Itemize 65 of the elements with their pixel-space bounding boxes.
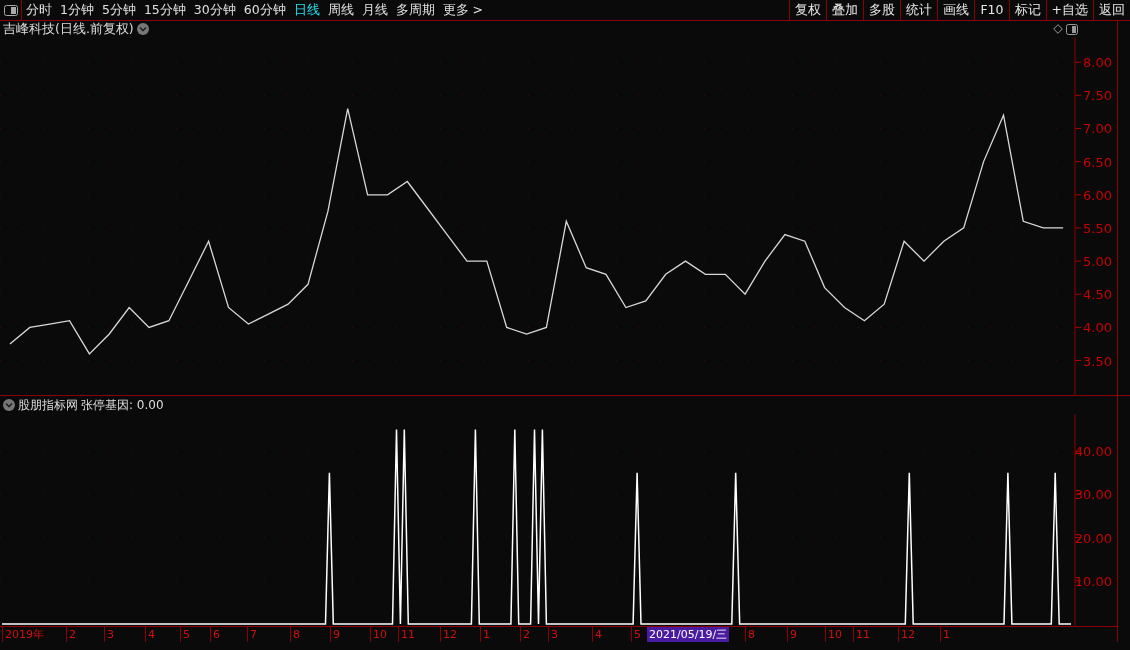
axis-label: 5.50: [1083, 220, 1112, 236]
period-tab[interactable]: 月线: [357, 0, 392, 20]
axis-label: 40.00: [1074, 444, 1112, 460]
toolbar-button[interactable]: 返回: [1093, 0, 1130, 20]
date-label: 2019年: [2, 627, 44, 642]
date-label: 12: [898, 627, 915, 642]
diamond-icon[interactable]: [1053, 24, 1063, 34]
date-label: 11: [853, 627, 870, 642]
axis-label: 6.50: [1083, 154, 1112, 170]
axis-label: 3.50: [1083, 353, 1112, 369]
toolbar-button[interactable]: 画线: [937, 0, 975, 20]
axis-label: 30.00: [1074, 487, 1112, 503]
date-label: 1: [480, 627, 490, 642]
dropdown-icon[interactable]: [3, 399, 15, 411]
axis-label: 10.00: [1074, 573, 1112, 589]
period-tab[interactable]: 周线: [323, 0, 358, 20]
axis-label: 20.00: [1074, 530, 1112, 546]
date-label: 6: [210, 627, 220, 642]
date-label: 8: [290, 627, 300, 642]
toolbar-button[interactable]: F10: [974, 0, 1009, 20]
toolbar-button[interactable]: +自选: [1045, 0, 1093, 20]
indicator-reading: 张停基因: 0.00: [81, 397, 164, 414]
toolbar-button[interactable]: 标记: [1008, 0, 1046, 20]
date-label: 3: [548, 627, 558, 642]
date-label: 12: [440, 627, 457, 642]
date-label: 2: [66, 627, 76, 642]
stock-title: 吉峰科技(日线.前复权): [3, 21, 134, 37]
toolbar-button[interactable]: 统计: [900, 0, 938, 20]
date-label: 11: [398, 627, 415, 642]
axis-label: 4.00: [1083, 320, 1112, 336]
date-label: 10: [370, 627, 387, 642]
date-label: 2: [520, 627, 530, 642]
period-tab[interactable]: 日线: [289, 0, 324, 20]
toolbar-button[interactable]: 复权: [789, 0, 827, 20]
axis-label: 7.50: [1083, 88, 1112, 104]
period-tab[interactable]: 分时: [22, 0, 56, 20]
date-label: 4: [145, 627, 155, 642]
date-label: 1: [940, 627, 950, 642]
period-tab[interactable]: 60分钟: [239, 0, 290, 20]
period-tab[interactable]: 多周期: [391, 0, 439, 20]
axis-label: 7.00: [1083, 121, 1112, 137]
period-tab[interactable]: 5分钟: [97, 0, 140, 20]
cursor-date: 2021/05/19/三: [647, 627, 730, 642]
period-tab[interactable]: 15分钟: [139, 0, 190, 20]
axis-label: 5.00: [1083, 254, 1112, 270]
toolbar-button[interactable]: 叠加: [826, 0, 864, 20]
date-label: 9: [787, 627, 797, 642]
date-label: 9: [330, 627, 340, 642]
panel-icon[interactable]: [1066, 23, 1078, 35]
date-label: 8: [745, 627, 755, 642]
period-tab[interactable]: 更多 >: [438, 0, 488, 20]
date-label: 4: [592, 627, 602, 642]
date-label: 3: [104, 627, 114, 642]
axis-label: 8.00: [1083, 55, 1112, 71]
date-label: 5: [631, 627, 641, 642]
date-label: 10: [825, 627, 842, 642]
axis-label: 4.50: [1083, 287, 1112, 303]
axis-label: 6.00: [1083, 187, 1112, 203]
toolbar-button[interactable]: 多股: [863, 0, 901, 20]
date-label: 7: [247, 627, 257, 642]
period-tab[interactable]: 1分钟: [56, 0, 98, 20]
period-tab[interactable]: 30分钟: [189, 0, 240, 20]
date-label: 5: [180, 627, 190, 642]
dropdown-icon[interactable]: [136, 23, 149, 35]
indicator-name: 股朋指标网: [18, 397, 78, 414]
